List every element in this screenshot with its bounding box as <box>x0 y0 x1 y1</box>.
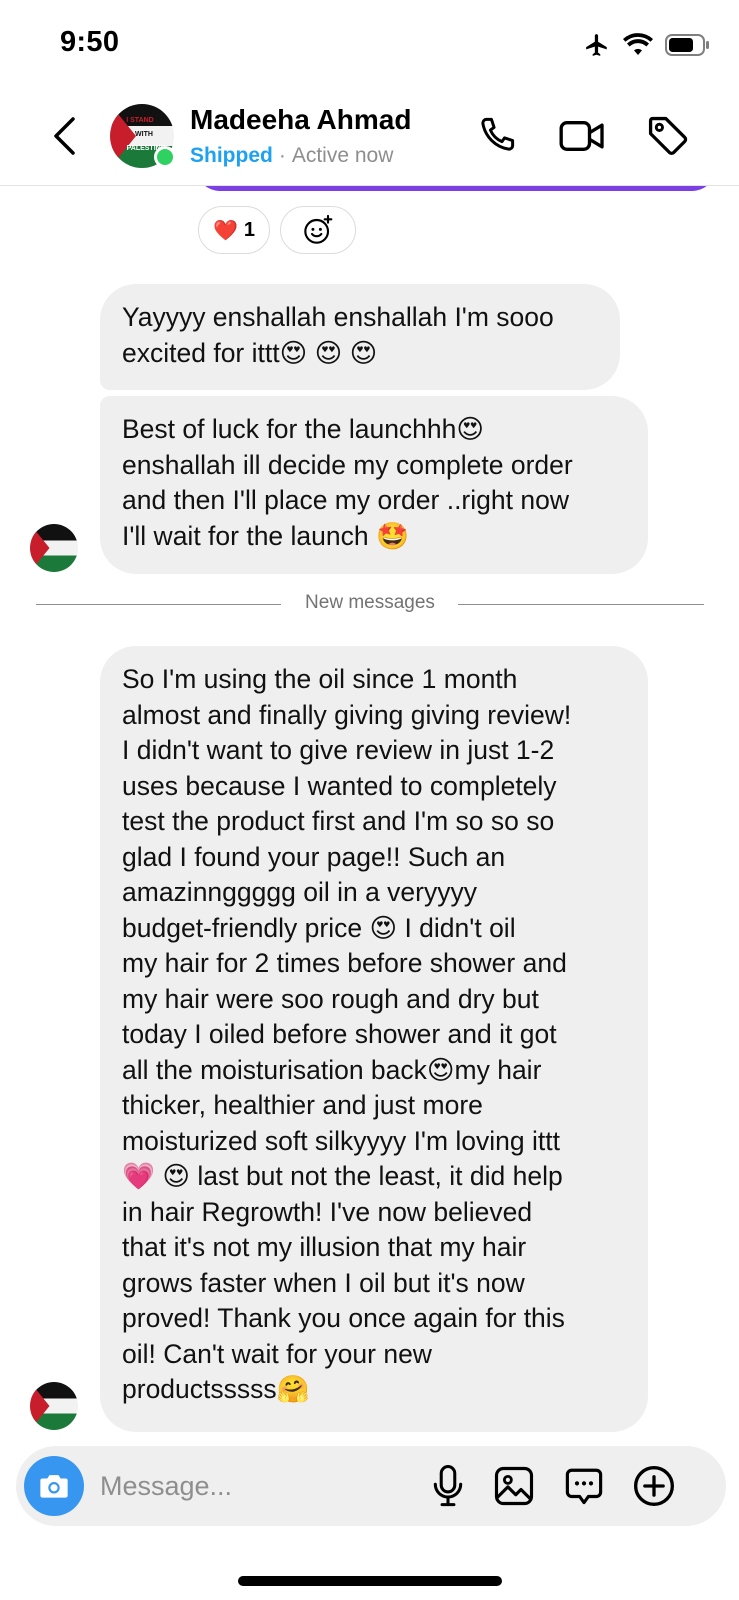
status-icons <box>583 32 711 63</box>
image-icon <box>494 1466 534 1506</box>
camera-button[interactable] <box>24 1456 84 1516</box>
home-indicator <box>238 1576 502 1586</box>
plus-circle-icon <box>634 1466 674 1506</box>
dm-screen: 9:50 I STAND WITH PALESTINE Madeeha Ahma… <box>0 0 739 1600</box>
chat-header: I STAND WITH PALESTINE Madeeha Ahmad Shi… <box>0 92 739 186</box>
chevron-left-icon <box>54 117 75 155</box>
message-input[interactable] <box>100 1468 420 1504</box>
reaction-count: 1 <box>243 218 256 241</box>
subtitle-separator: · <box>278 144 286 167</box>
video-camera-icon <box>559 121 604 151</box>
received-message-bubble[interactable]: So I'm using the oil since 1 month almos… <box>100 646 648 1432</box>
tag-icon <box>648 116 688 156</box>
online-status-dot <box>154 146 176 168</box>
shipped-label[interactable]: Shipped <box>190 144 273 167</box>
phone-icon <box>481 117 515 151</box>
microphone-icon <box>433 1465 463 1507</box>
wifi-icon <box>623 33 653 62</box>
svg-text:I STAND: I STAND <box>126 117 153 124</box>
status-time: 9:50 <box>60 26 120 58</box>
battery-icon <box>665 33 711 62</box>
message-composer <box>16 1446 726 1526</box>
airplane-mode-icon <box>583 32 611 63</box>
divider-line <box>458 604 704 605</box>
back-button[interactable] <box>44 112 84 160</box>
message-reactions: ❤️ 1 <box>198 206 357 254</box>
video-call-button[interactable] <box>556 110 608 162</box>
add-reaction-button[interactable] <box>280 206 357 254</box>
more-options-button[interactable] <box>628 1460 680 1512</box>
status-bar: 9:50 <box>0 0 739 92</box>
reaction-pill[interactable]: ❤️ 1 <box>198 206 271 254</box>
sender-avatar[interactable] <box>30 524 78 572</box>
smiley-plus-icon <box>304 214 333 244</box>
heart-reaction-icon: ❤️ <box>213 219 238 242</box>
new-messages-divider: New messages <box>36 590 704 620</box>
divider-label: New messages <box>305 592 435 613</box>
received-message-bubble[interactable]: Best of luck for the launchhh😍 enshallah… <box>100 396 648 574</box>
received-message-bubble[interactable]: Yayyyy enshallah enshallah I'm sooo exci… <box>100 284 620 390</box>
svg-text:WITH: WITH <box>135 131 153 138</box>
voice-message-button[interactable] <box>422 1460 474 1512</box>
order-tag-button[interactable] <box>642 110 694 162</box>
active-status: Active now <box>291 144 394 167</box>
camera-icon <box>40 1475 68 1498</box>
audio-call-button[interactable] <box>470 110 522 162</box>
gallery-button[interactable] <box>488 1460 540 1512</box>
contact-subtitle: Shipped · Active now <box>190 144 393 168</box>
sender-avatar[interactable] <box>30 1382 78 1430</box>
sticker-button[interactable] <box>558 1460 610 1512</box>
contact-name[interactable]: Madeeha Ahmad <box>190 104 411 136</box>
chat-bubble-icon <box>565 1468 603 1505</box>
